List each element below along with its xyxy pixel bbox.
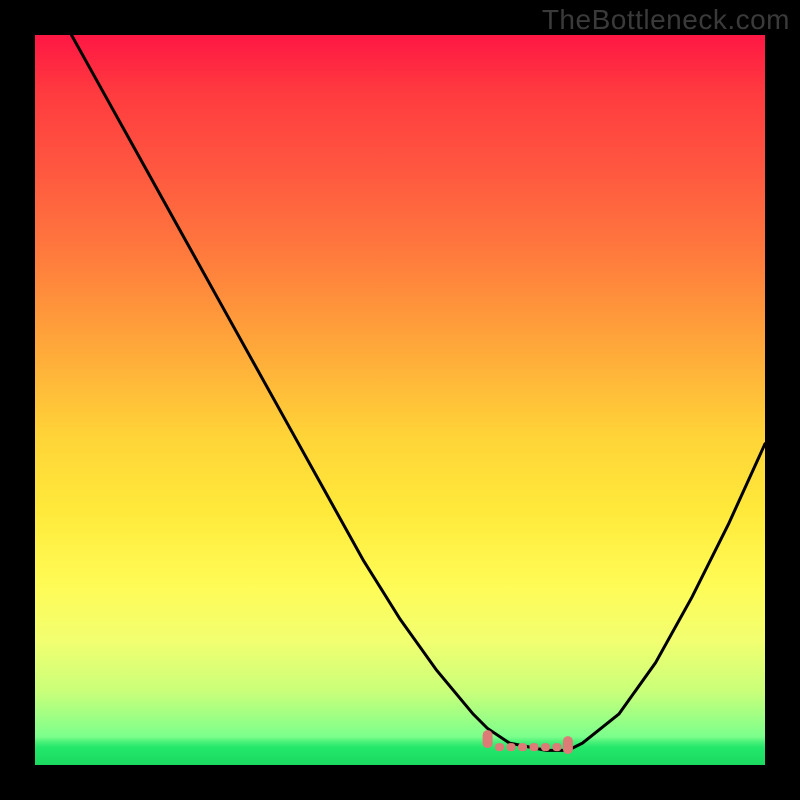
flat-region-dot-marker [495, 743, 504, 751]
curve-layer [35, 35, 765, 765]
flat-region-dot-marker [507, 743, 516, 751]
flat-region-dot-marker [518, 743, 527, 751]
plot-area [35, 35, 765, 765]
flat-region-endpoint-marker [483, 730, 493, 748]
flat-region-dot-marker [541, 743, 550, 751]
chart-frame: TheBottleneck.com [0, 0, 800, 800]
watermark-label: TheBottleneck.com [542, 4, 790, 36]
flat-region-endpoint-marker [563, 736, 573, 754]
bottleneck-curve-path [72, 35, 766, 750]
flat-region-dot-marker [530, 743, 539, 751]
flat-region-dot-marker [552, 743, 561, 751]
